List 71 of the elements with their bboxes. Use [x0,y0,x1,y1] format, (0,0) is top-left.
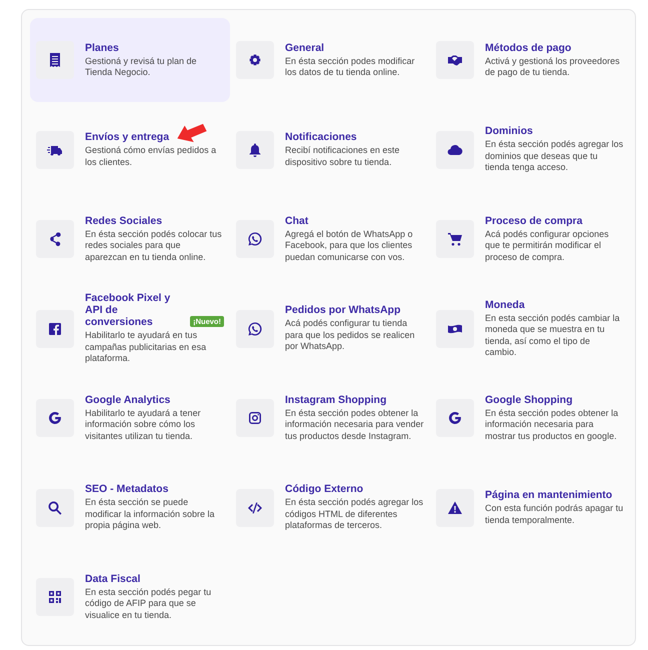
section-description: Habilitarlo te ayudará en tus campañas publicitarias en esa plataforma. [85,330,208,365]
instagram-icon [247,410,263,426]
section-description: Gestioná y revisá tu plan de Tienda Negocio. [85,56,198,78]
section-title: Código Externo [285,483,364,496]
settings-tile[interactable]: Código Externo En ésta sección podés agregar los códigos HTML de diferentes plataformas de terceros. [230,466,430,550]
section-title: SEO - Metadatos [85,483,168,496]
section-description: En ésta sección podés agregar los códigos HTML de diferentes plataformas de terceros. [285,497,424,532]
section-description: En ésta sección podes obtener la información necesaria para vender tus productos desde Instagram. [285,408,424,442]
section-title: Planes [85,42,119,54]
whatsapp-icon [247,231,263,247]
settings-tile[interactable]: Moneda En esta sección podés cambiar la moneda que se muestra en tu tienda, así como el tipo de cambio. [430,286,630,370]
section-description: En ésta sección podes modificar los datos de tu tienda online. [285,56,416,78]
settings-tile[interactable]: Google Shopping En ésta sección podes obtener la información necesaria para mostrar tus productos en google. [430,376,630,460]
warning-icon [447,500,463,516]
section-title: Pedidos por WhatsApp [285,304,400,316]
section-description: En esta sección podés pegar tu código de AFIP para que se visualice en tu tienda. [85,586,212,622]
settings-tile[interactable]: SEO - Metadatos En ésta sección se puede modificar la información sobre la propia página web. [30,466,230,550]
section-title: Dominios [485,125,533,138]
facebook-icon [47,320,63,336]
settings-tile[interactable]: Dominios En ésta sección podés agregar los dominios que deseas que tu tienda tenga acceso. [430,108,630,192]
settings-tile[interactable]: Métodos de pago Activá y gestioná los proveedores de pago de tu tienda. [430,18,630,102]
section-title: Métodos de pago [485,42,572,54]
section-description: Acá podés configurar opciones que te permitirán modificar el proceso de compra. [485,228,610,264]
section-title: Moneda [485,298,525,310]
section-title: Página en mantenimiento [485,489,612,501]
settings-tile[interactable]: Chat Agregá el botón de WhatsApp o Facebook, para que los clientes puedan comunicarse con vos. [230,197,430,281]
cart-icon [447,231,463,247]
settings-tile[interactable]: General En ésta sección podes modificar los datos de tu tienda online. [230,18,430,102]
share-icon [47,231,63,247]
section-description: Recibí notificaciones en este dispositivo sobre tu tienda. [285,145,401,168]
section-title: Google Shopping [485,394,572,406]
section-title: Proceso de compra [485,214,582,227]
code-icon [247,500,263,516]
section-title: General [285,42,324,54]
section-description: Con esta función podrás apagar tu tienda temporalmente. [485,503,624,526]
section-description: Agregá el botón de WhatsApp o Facebook, para que los clientes puedan comunicarse con vos. [285,228,414,264]
section-description: En ésta sección se puede modificar la información sobre la propia página web. [85,497,216,532]
settings-tile[interactable]: Google Analytics Habilitarlo te ayudará a tener información sobre cómo los visitantes utilizan tu tienda. [30,376,230,460]
settings-tile[interactable]: Notificaciones Recibí notificaciones en este dispositivo sobre tu tienda. [230,108,430,192]
section-title: Redes Sociales [85,214,162,227]
section-title: Notificaciones [285,131,357,143]
section-description: Acá podés configurar tu tienda para que los pedidos se realicen por WhatsApp. [285,318,416,353]
receipt-icon [47,52,63,68]
google-icon [47,410,63,426]
section-description: Habilitarlo te ayudará a tener información sobre cómo los visitantes utilizan tu tienda. [85,408,202,442]
settings-tile[interactable]: Planes Gestioná y revisá tu plan de Tienda Negocio. [30,18,230,102]
settings-tile[interactable]: Proceso de compra Acá podés configurar opciones que te permitirán modificar el proceso de compra. [430,197,630,281]
settings-tile[interactable]: Redes Sociales En ésta sección podés colocar tus redes sociales para que aparezcan en tu tienda online. [30,197,230,281]
section-description: En ésta sección podes obtener la información necesaria para mostrar tus productos en google. [485,408,620,442]
settings-tile[interactable]: Página en mantenimiento Con esta función podrás apagar tu tienda temporalmente. [430,466,630,550]
gear-icon [247,52,263,68]
qr-code-icon [47,589,63,605]
section-description: Gestioná cómo envías pedidos a los clientes. [85,145,218,168]
section-title: Data Fiscal [85,572,140,585]
section-description: En ésta sección podés colocar tus redes sociales para que aparezcan en tu tienda online. [85,228,223,264]
section-title: Chat [285,214,308,227]
settings-tile[interactable]: Envíos y entrega Gestioná cómo envías pedidos a los clientes. [30,108,230,192]
settings-tile[interactable]: Instagram Shopping En ésta sección podes obtener la información necesaria para vender tus productos desde Instagram. [230,376,430,460]
section-title: Envíos y entrega [85,131,170,143]
search-icon [47,500,63,516]
section-title: Facebook Pixel y API de conversiones [85,292,172,328]
section-description: Activá y gestioná los proveedores de pago de tu tienda. [485,56,621,78]
section-title: Google Analytics [85,394,170,406]
settings-tile[interactable]: Data Fiscal En esta sección podés pegar tu código de AFIP para que se visualice en tu tienda. [30,555,230,639]
bell-icon [247,142,263,158]
section-description: En esta sección podés cambiar la moneda que se muestra en tu tienda, así como el tipo de cambio. [485,312,621,358]
section-title: Instagram Shopping [285,394,387,406]
google-icon [447,410,463,426]
settings-tile[interactable]: Pedidos por WhatsApp Acá podés configurar tu tienda para que los pedidos se realicen por WhatsApp. [230,286,430,370]
whatsapp-icon [247,320,263,336]
section-description: En ésta sección podés agregar los dominios que deseas que tu tienda tenga acceso. [485,139,624,174]
